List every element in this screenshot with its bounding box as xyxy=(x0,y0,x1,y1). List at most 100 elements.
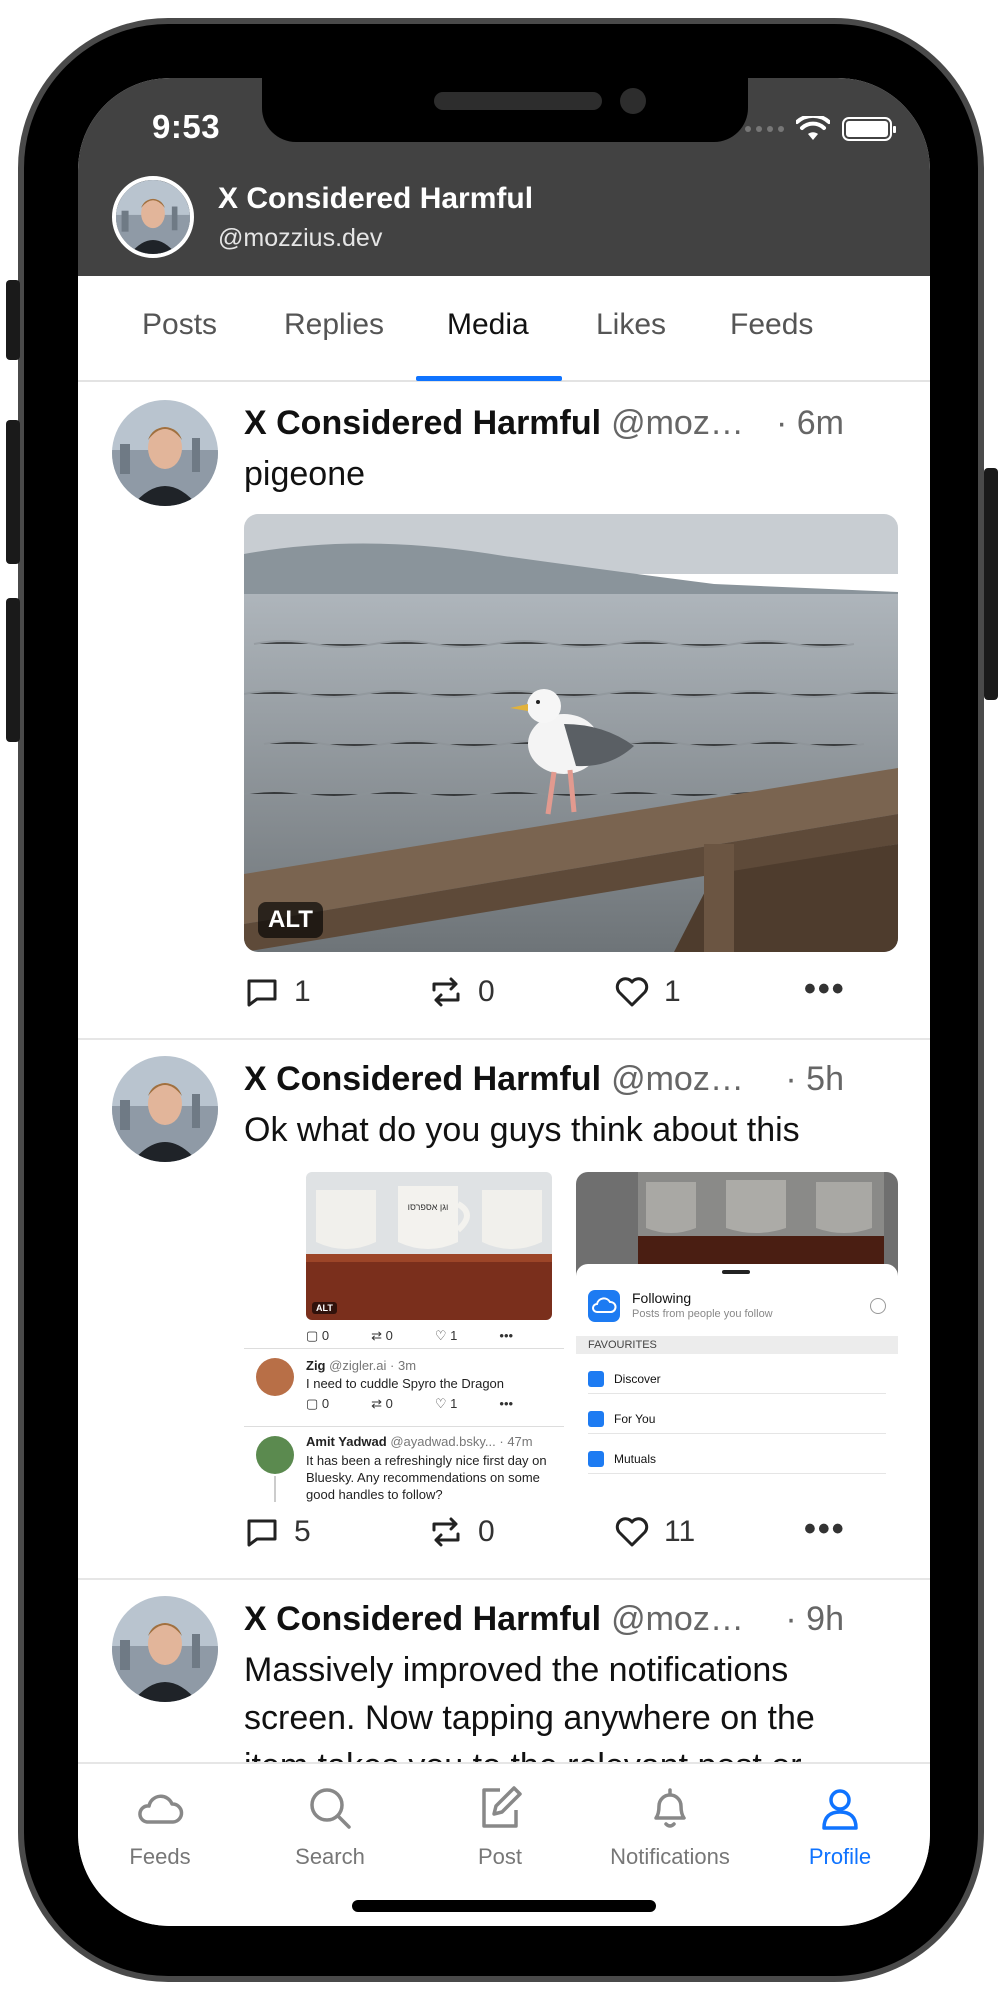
embedded-avatar-zig xyxy=(256,1358,294,1396)
embedded-reply-text: It has been a refreshingly nice first da… xyxy=(306,1453,547,1502)
power-button xyxy=(984,468,998,700)
post-author-name[interactable]: X Considered Harmful xyxy=(244,1060,601,1099)
post-actions: 1 0 1 ••• xyxy=(244,972,846,1014)
repost-count: 0 xyxy=(478,975,495,1008)
like-button[interactable]: 1 xyxy=(614,974,681,1010)
embedded-section-label: FAVOURITES xyxy=(576,1336,898,1354)
avatar[interactable] xyxy=(112,1596,218,1702)
embedded-menu-item-discover: Discover xyxy=(588,1364,886,1394)
post-header: X Considered Harmful @moz… xyxy=(244,404,744,443)
battery-icon xyxy=(842,117,896,141)
embedded-reply-header: Zig @zigler.ai · 3m xyxy=(306,1358,417,1373)
alt-text-badge[interactable]: ALT xyxy=(258,902,323,938)
post-author-handle[interactable]: @moz… xyxy=(611,1060,744,1099)
bell-icon xyxy=(654,1788,686,1828)
post-timestamp: · 5h xyxy=(785,1060,844,1098)
volume-up-button xyxy=(6,420,20,564)
reply-button[interactable]: 5 xyxy=(244,1514,311,1550)
post-author-handle[interactable]: @moz… xyxy=(611,1600,744,1639)
post[interactable]: X Considered Harmful @moz… · 5h Ok what … xyxy=(78,1040,930,1580)
tab-active-indicator xyxy=(416,376,562,381)
embedded-reply-actions: ▢ 0 ⇄ 0 ♡ 1 ••• xyxy=(306,1396,514,1411)
embedded-reply-count: ▢ 0 xyxy=(306,1328,330,1343)
more-options-button[interactable]: ••• xyxy=(804,972,846,1006)
header-avatar[interactable] xyxy=(112,176,194,258)
status-time: 9:53 xyxy=(152,108,221,145)
wifi-icon xyxy=(796,116,830,140)
reply-count: 5 xyxy=(294,1515,311,1548)
embedded-menu-item-for-you: For You xyxy=(588,1404,886,1434)
post-author-name[interactable]: X Considered Harmful xyxy=(244,1600,601,1639)
notch xyxy=(262,78,748,142)
tab-media[interactable]: Media xyxy=(447,308,529,342)
tab-feeds[interactable]: Feeds xyxy=(730,308,813,342)
heart-icon xyxy=(615,1517,649,1547)
embedded-following-sub: Posts from people you follow xyxy=(632,1308,773,1320)
profile-header: 9:53 X Considered Harmful @mozzius.dev xyxy=(78,78,930,276)
reply-count: 1 xyxy=(294,975,311,1008)
cellular-signal-icon xyxy=(745,126,784,132)
nav-profile[interactable]: Profile xyxy=(760,1782,920,1870)
nav-post[interactable]: Post xyxy=(420,1782,580,1870)
like-count: 1 xyxy=(664,975,681,1008)
repost-count: 0 xyxy=(478,1515,495,1548)
post[interactable]: X Considered Harmful @moz… · 6m pigeone xyxy=(78,384,930,1040)
tab-replies[interactable]: Replies xyxy=(284,308,384,342)
person-icon xyxy=(822,1789,858,1830)
home-indicator[interactable] xyxy=(352,1900,656,1912)
speaker xyxy=(434,92,602,110)
embedded-reply-text: I need to cuddle Spyro the Dragon xyxy=(306,1376,505,1391)
repost-icon xyxy=(432,977,460,1007)
screen: 9:53 X Considered Harmful @mozzius.dev P… xyxy=(78,78,930,1926)
embedded-reply-zig: Zig @zigler.ai · 3m I need to cuddle Spy… xyxy=(244,1354,564,1424)
avatar[interactable] xyxy=(112,1056,218,1162)
post-timestamp: · 6m xyxy=(776,404,844,442)
embedded-divider xyxy=(244,1348,564,1349)
post-text: pigeone xyxy=(244,455,366,493)
post-actions: 5 0 11 ••• xyxy=(244,1512,846,1554)
embedded-cloud-icon xyxy=(588,1290,620,1322)
embedded-sheet-handle xyxy=(722,1270,750,1274)
post-header: X Considered Harmful @moz… xyxy=(244,1600,744,1639)
like-count: 11 xyxy=(664,1515,696,1548)
post-image-screenshot-feeds-menu[interactable]: Following Posts from people you follow F… xyxy=(576,1172,898,1502)
reply-button[interactable]: 1 xyxy=(244,974,311,1010)
post-timestamp: · 9h xyxy=(785,1600,844,1638)
embedded-top-actions: ▢ 0 ⇄ 0 ♡ 1 ••• xyxy=(306,1328,552,1344)
embedded-bottom-sheet: Following Posts from people you follow F… xyxy=(576,1264,898,1502)
cloud-icon xyxy=(138,1794,184,1824)
nav-feeds[interactable]: Feeds xyxy=(80,1782,240,1870)
volume-down-button xyxy=(6,598,20,742)
repost-icon xyxy=(432,1517,460,1547)
embedded-thread-line xyxy=(274,1476,276,1502)
embedded-reply-header: Amit Yadwad @ayadwad.bsky... · 47m xyxy=(306,1434,533,1449)
embedded-repost-count: ⇄ 0 xyxy=(371,1328,393,1343)
front-camera xyxy=(620,88,646,114)
post-author-name[interactable]: X Considered Harmful xyxy=(244,404,601,443)
repost-button[interactable]: 0 xyxy=(428,1514,495,1550)
heart-icon xyxy=(615,977,649,1007)
header-name: X Considered Harmful xyxy=(218,182,534,215)
tab-posts[interactable]: Posts xyxy=(142,308,217,342)
embedded-alt-badge: ALT xyxy=(312,1302,337,1314)
nav-search[interactable]: Search xyxy=(250,1782,410,1870)
profile-tabs: Posts Replies Media Likes Feeds xyxy=(78,276,930,382)
post-image-seagull[interactable]: ALT xyxy=(244,514,898,952)
mute-switch xyxy=(6,280,20,360)
repost-button[interactable]: 0 xyxy=(428,974,495,1010)
embedded-like-count: ♡ 1 xyxy=(434,1328,458,1343)
search-icon xyxy=(310,1788,351,1829)
avatar[interactable] xyxy=(112,400,218,506)
like-button[interactable]: 11 xyxy=(614,1514,695,1550)
status-icons xyxy=(745,116,896,142)
embedded-mugs-image: וגן אספרסו ALT xyxy=(306,1172,552,1320)
post-text: Ok what do you guys think about this xyxy=(244,1111,800,1149)
tab-likes[interactable]: Likes xyxy=(596,308,666,342)
post-image-screenshot-feed[interactable]: וגן אספרסו ALT ▢ 0 ⇄ 0 ♡ 1 ••• Zig @zigl… xyxy=(244,1172,564,1502)
post-header: X Considered Harmful @moz… xyxy=(244,1060,744,1099)
more-options-button[interactable]: ••• xyxy=(804,1512,846,1546)
nav-notifications[interactable]: Notifications xyxy=(590,1782,750,1870)
post-author-handle[interactable]: @moz… xyxy=(611,404,744,443)
embedded-more-icon: ••• xyxy=(499,1328,514,1343)
embedded-menu-item-mutuals: Mutuals xyxy=(588,1444,886,1474)
